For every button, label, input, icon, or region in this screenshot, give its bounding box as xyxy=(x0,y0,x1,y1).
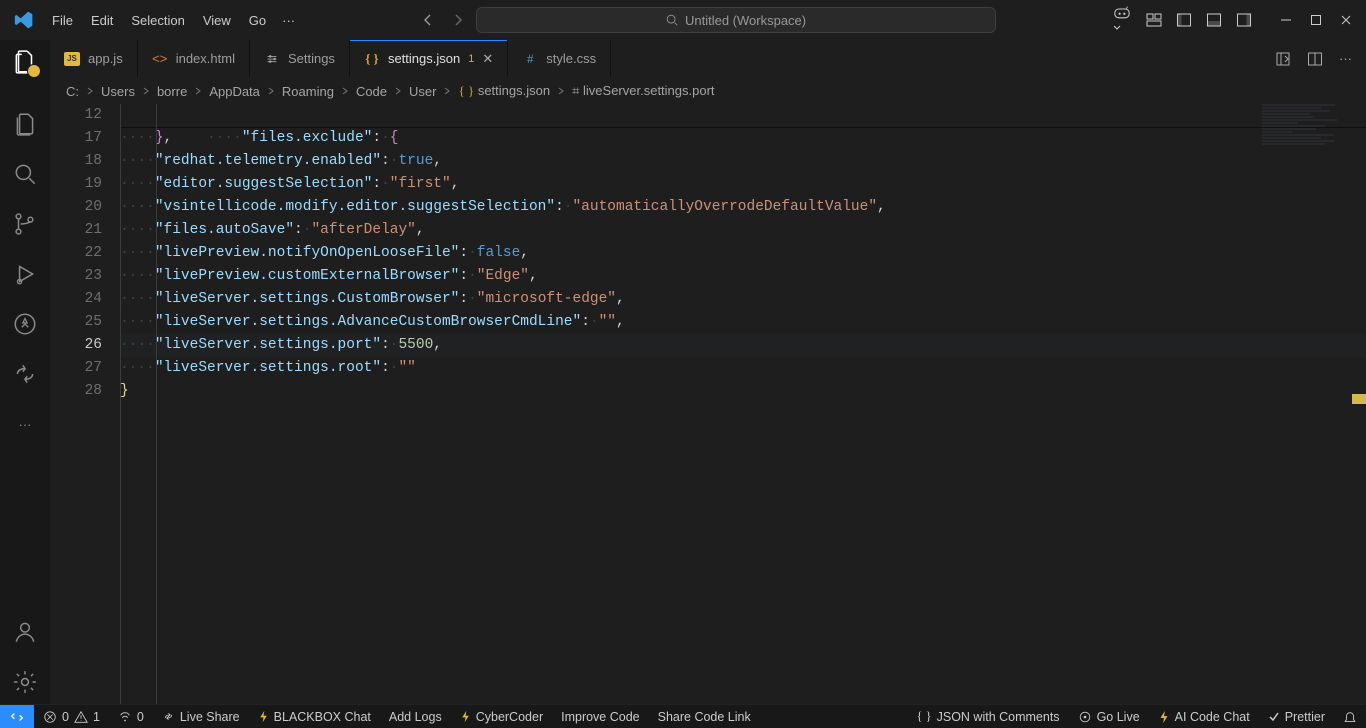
settings-gear-icon[interactable] xyxy=(11,668,39,696)
status-live-share[interactable]: Live Share xyxy=(153,710,249,724)
line-number: 28 xyxy=(50,380,102,403)
breadcrumb-segment[interactable]: Users xyxy=(101,84,135,99)
line-number: 19 xyxy=(50,173,102,196)
remote-indicator[interactable] xyxy=(0,705,34,728)
breadcrumb-segment[interactable]: Code xyxy=(356,84,387,99)
account-icon[interactable] xyxy=(11,618,39,646)
scroll-marker-warning xyxy=(1352,394,1366,404)
window-minimize-icon[interactable] xyxy=(1280,14,1292,26)
editor-tabs: JSapp.js<>index.htmlSettings{ }settings.… xyxy=(50,40,1366,78)
code-line[interactable]: ····"livePreview.notifyOnOpenLooseFile":… xyxy=(120,242,1366,265)
menu-bar: FileEditSelectionViewGo xyxy=(44,9,274,32)
line-number: 17 xyxy=(50,127,102,150)
status-bar: 0 1 0 Live ShareBLACKBOX ChatAdd LogsCyb… xyxy=(0,704,1366,728)
menu-overflow[interactable]: ··· xyxy=(274,9,303,32)
line-number: 27 xyxy=(50,357,102,380)
line-number: 24 xyxy=(50,288,102,311)
tab-app-js[interactable]: JSapp.js xyxy=(50,40,138,77)
close-icon[interactable]: ✕ xyxy=(482,51,493,67)
search-icon[interactable] xyxy=(11,160,39,188)
status-prettier[interactable]: Prettier xyxy=(1259,710,1334,724)
run-debug-icon[interactable] xyxy=(11,260,39,288)
menu-selection[interactable]: Selection xyxy=(123,9,192,32)
more-icon[interactable]: ··· xyxy=(11,410,39,438)
activity-bar: ··· xyxy=(0,40,50,704)
tab-style-css[interactable]: #style.css xyxy=(508,40,611,77)
breadcrumbs[interactable]: C: Users borre AppData Roaming Code User { } se… xyxy=(50,78,1366,104)
code-line[interactable]: ····"liveServer.settings.AdvanceCustomBr… xyxy=(120,311,1366,334)
vscode-logo-icon xyxy=(8,10,40,30)
tab-settings-json[interactable]: { }settings.json 1 ✕ xyxy=(350,40,508,77)
layout-sidebar-right-icon[interactable] xyxy=(1236,12,1252,28)
titlebar: FileEditSelectionViewGo ··· Untitled (Wo… xyxy=(0,0,1366,40)
status-language[interactable]: { } JSON with Comments xyxy=(907,709,1068,724)
source-control-icon[interactable] xyxy=(11,210,39,238)
menu-edit[interactable]: Edit xyxy=(83,9,121,32)
sticky-line-number: 12 xyxy=(50,104,102,127)
code-line[interactable]: ····"liveServer.settings.CustomBrowser":… xyxy=(120,288,1366,311)
line-number: 21 xyxy=(50,219,102,242)
breadcrumb-segment[interactable]: ⌗ liveServer.settings.port xyxy=(572,83,714,99)
menu-view[interactable]: View xyxy=(195,9,239,32)
code-line[interactable]: ····"livePreview.customExternalBrowser":… xyxy=(120,265,1366,288)
files-icon[interactable] xyxy=(11,110,39,138)
tab-index-html[interactable]: <>index.html xyxy=(138,40,250,77)
breadcrumb-segment[interactable]: AppData xyxy=(209,84,260,99)
layout-panel-icon[interactable] xyxy=(1206,12,1222,28)
status-problems[interactable]: 0 1 xyxy=(34,705,109,728)
explorer-icon[interactable] xyxy=(11,48,39,76)
breadcrumb-segment[interactable]: borre xyxy=(157,84,187,99)
status-ai-code-chat[interactable]: AI Code Chat xyxy=(1149,710,1259,724)
status-notifications-icon[interactable] xyxy=(1334,710,1366,724)
status-share-code-link[interactable]: Share Code Link xyxy=(649,710,760,724)
line-gutter: 12 171819202122232425262728 xyxy=(50,104,120,704)
status-add-logs[interactable]: Add Logs xyxy=(380,710,451,724)
window-maximize-icon[interactable] xyxy=(1310,14,1322,26)
line-number: 22 xyxy=(50,242,102,265)
code-line[interactable]: ····"liveServer.settings.port":·5500, xyxy=(120,334,1366,357)
code-line[interactable]: ····"files.autoSave":·"afterDelay", xyxy=(120,219,1366,242)
code-area[interactable]: ····"files.exclude":·{ ····},····"redhat… xyxy=(120,104,1366,704)
share-icon[interactable] xyxy=(11,360,39,388)
explorer-warning-badge xyxy=(27,64,41,78)
layout-customize-icon[interactable] xyxy=(1146,12,1162,28)
sticky-scroll-line[interactable]: ····"files.exclude":·{ xyxy=(120,104,1366,127)
more-actions-icon[interactable]: ··· xyxy=(1339,51,1352,66)
status-go-live[interactable]: Go Live xyxy=(1069,710,1149,724)
line-number: 23 xyxy=(50,265,102,288)
line-number: 20 xyxy=(50,196,102,219)
command-center[interactable]: Untitled (Workspace) xyxy=(476,7,996,33)
breadcrumb-segment[interactable]: { } settings.json xyxy=(458,83,550,99)
nav-forward-icon[interactable] xyxy=(450,12,466,28)
code-line[interactable]: ····"redhat.telemetry.enabled":·true, xyxy=(120,150,1366,173)
minimap[interactable] xyxy=(1262,104,1352,384)
status-improve-code[interactable]: Improve Code xyxy=(552,710,649,724)
code-line[interactable]: ····"vsintellicode.modify.editor.suggest… xyxy=(120,196,1366,219)
code-line[interactable]: ····"editor.suggestSelection":·"first", xyxy=(120,173,1366,196)
open-changes-icon[interactable] xyxy=(1275,51,1291,67)
code-line[interactable]: } xyxy=(120,380,1366,403)
breadcrumb-segment[interactable]: C: xyxy=(66,84,79,99)
command-center-text: Untitled (Workspace) xyxy=(685,13,806,28)
editor[interactable]: 12 171819202122232425262728 ····"files.e… xyxy=(50,104,1366,704)
breadcrumb-segment[interactable]: User xyxy=(409,84,436,99)
tab-Settings[interactable]: Settings xyxy=(250,40,350,77)
copilot-icon[interactable] xyxy=(1112,5,1132,36)
breadcrumb-segment[interactable]: Roaming xyxy=(282,84,334,99)
layout-sidebar-left-icon[interactable] xyxy=(1176,12,1192,28)
status-ports[interactable]: 0 xyxy=(109,705,153,728)
line-number: 26 xyxy=(50,334,102,357)
menu-go[interactable]: Go xyxy=(241,9,274,32)
scrollbar-vertical[interactable] xyxy=(1352,104,1366,704)
nav-back-icon[interactable] xyxy=(420,12,436,28)
line-number: 18 xyxy=(50,150,102,173)
status-blackbox-chat[interactable]: BLACKBOX Chat xyxy=(249,710,380,724)
extensions-icon[interactable] xyxy=(11,310,39,338)
menu-file[interactable]: File xyxy=(44,9,81,32)
line-number: 25 xyxy=(50,311,102,334)
split-editor-icon[interactable] xyxy=(1307,51,1323,67)
code-line[interactable]: ····"liveServer.settings.root":·"" xyxy=(120,357,1366,380)
window-close-icon[interactable] xyxy=(1340,14,1352,26)
status-cybercoder[interactable]: CyberCoder xyxy=(451,710,552,724)
